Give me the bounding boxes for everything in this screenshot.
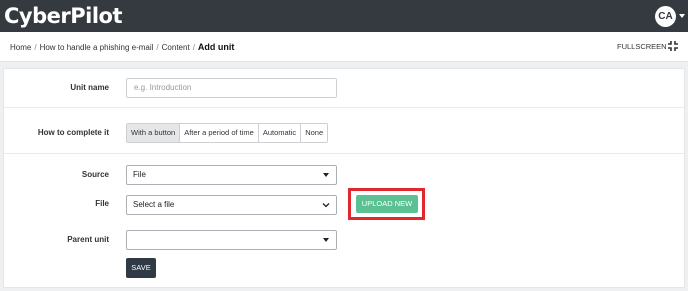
file-label: File: [95, 199, 109, 208]
save-button[interactable]: SAVE: [126, 258, 156, 278]
top-navbar: CyberPilot CA: [0, 0, 688, 32]
completion-options: With a button After a period of time Aut…: [126, 123, 329, 143]
completion-option-button[interactable]: With a button: [127, 124, 181, 142]
source-select[interactable]: File: [126, 165, 337, 185]
parent-unit-label: Parent unit: [67, 235, 109, 244]
source-label: Source: [81, 170, 109, 179]
breadcrumb-current: Add unit: [197, 42, 235, 52]
breadcrumb-separator: /: [34, 43, 37, 52]
divider: [4, 107, 684, 108]
breadcrumb-separator: /: [156, 43, 159, 52]
breadcrumb-home[interactable]: Home: [10, 43, 31, 52]
caret-down-icon: [323, 238, 329, 242]
breadcrumb: Home / How to handle a phishing e-mail / Con…: [10, 42, 234, 52]
app-logo[interactable]: CyberPilot: [4, 2, 123, 30]
user-avatar[interactable]: CA: [655, 6, 676, 27]
file-select-value: Select a file: [133, 200, 175, 209]
caret-down-icon: [323, 173, 329, 177]
unit-name-input[interactable]: e.g. Introduction: [126, 78, 337, 98]
file-select[interactable]: Select a file: [126, 195, 337, 215]
chevron-down-icon[interactable]: [679, 14, 685, 18]
unit-name-label: Unit name: [70, 83, 109, 92]
add-unit-form: Unit name e.g. Introduction How to compl…: [3, 68, 685, 288]
chevron-down-icon: [322, 203, 330, 208]
breadcrumb-bar: Home / How to handle a phishing e-mail / Con…: [0, 32, 688, 62]
completion-label: How to complete it: [37, 128, 109, 137]
source-select-value: File: [133, 170, 146, 179]
upload-new-button[interactable]: UPLOAD NEW: [356, 195, 418, 213]
parent-unit-select[interactable]: [126, 230, 337, 250]
completion-option-none[interactable]: None: [301, 124, 328, 142]
completion-option-time[interactable]: After a period of time: [180, 124, 259, 142]
expand-icon[interactable]: [668, 41, 678, 51]
breadcrumb-content[interactable]: Content: [162, 43, 190, 52]
divider: [4, 153, 684, 154]
completion-option-automatic[interactable]: Automatic: [258, 124, 302, 142]
fullscreen-button[interactable]: FULLSCREEN: [617, 42, 667, 51]
breadcrumb-separator: /: [192, 43, 195, 52]
breadcrumb-course[interactable]: How to handle a phishing e-mail: [40, 43, 154, 52]
